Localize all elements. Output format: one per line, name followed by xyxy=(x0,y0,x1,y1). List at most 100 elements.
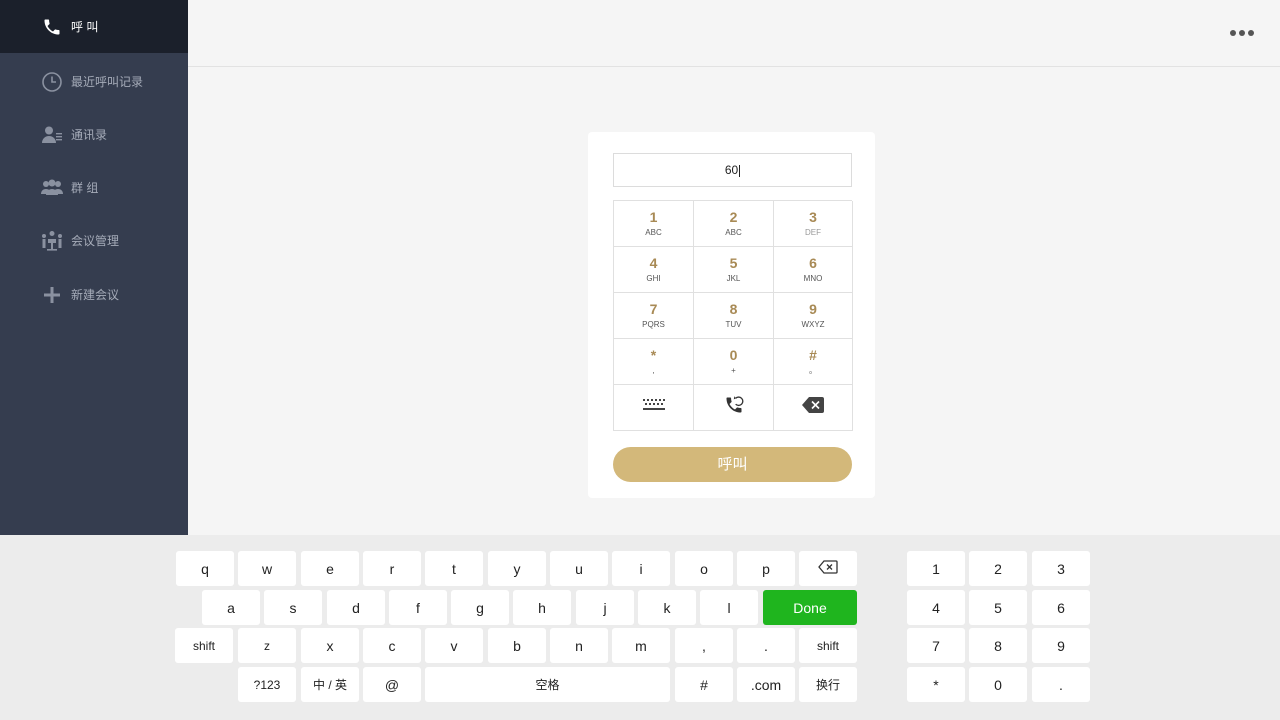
key-letters: + xyxy=(731,365,736,375)
key-e[interactable]: e xyxy=(301,551,359,586)
dial-key-star[interactable]: *, xyxy=(614,339,694,385)
sidebar-item-call[interactable]: 呼 叫 xyxy=(0,0,188,53)
sidebar: 呼 叫 最近呼叫记录 通讯录 群 组 会议管理 新建会议 xyxy=(0,0,188,535)
dial-key-8[interactable]: 8 TUV xyxy=(694,293,774,339)
key-p[interactable]: p xyxy=(737,551,795,586)
key-v[interactable]: v xyxy=(425,628,483,663)
key-s[interactable]: s xyxy=(264,590,322,625)
more-dot xyxy=(1239,30,1245,36)
numpad-2[interactable]: 2 xyxy=(969,551,1027,586)
more-icon[interactable] xyxy=(1230,24,1254,42)
phone-icon xyxy=(41,16,63,38)
shift-key-left[interactable]: shift xyxy=(175,628,233,663)
hash-key[interactable]: # xyxy=(675,667,733,702)
done-key[interactable]: Done xyxy=(763,590,857,625)
key-letters: ABC xyxy=(645,227,662,237)
dial-key-3[interactable]: 3 DEF xyxy=(774,201,853,247)
key-letters: MNO xyxy=(803,273,823,283)
numpad-3[interactable]: 3 xyxy=(1032,551,1090,586)
key-period[interactable]: . xyxy=(737,628,795,663)
key-g[interactable]: g xyxy=(451,590,509,625)
key-i[interactable]: i xyxy=(612,551,670,586)
plus-icon xyxy=(41,284,63,306)
shift-key-right[interactable]: shift xyxy=(799,628,857,663)
numpad-star[interactable]: * xyxy=(907,667,965,702)
key-d[interactable]: d xyxy=(327,590,385,625)
redial-button[interactable] xyxy=(694,385,774,431)
dial-key-5[interactable]: 5 JKL xyxy=(694,247,774,293)
key-b[interactable]: b xyxy=(488,628,546,663)
numpad-1[interactable]: 1 xyxy=(907,551,965,586)
numpad-5[interactable]: 5 xyxy=(969,590,1027,625)
dial-key-6[interactable]: 6 MNO xyxy=(774,247,853,293)
enter-key[interactable]: 换行 xyxy=(799,667,857,702)
dot-com-key[interactable]: .com xyxy=(737,667,795,702)
language-switch-key[interactable]: 中 / 英 xyxy=(301,667,359,702)
key-f[interactable]: f xyxy=(389,590,447,625)
sidebar-item-label: 最近呼叫记录 xyxy=(71,75,144,89)
key-digit: 8 xyxy=(729,300,738,317)
numpad-8[interactable]: 8 xyxy=(969,628,1027,663)
numpad-dot[interactable]: . xyxy=(1032,667,1090,702)
key-o[interactable]: o xyxy=(675,551,733,586)
dial-key-9[interactable]: 9 WXYZ xyxy=(774,293,853,339)
numpad-6[interactable]: 6 xyxy=(1032,590,1090,625)
key-u[interactable]: u xyxy=(550,551,608,586)
more-dot xyxy=(1248,30,1254,36)
key-letters: JKL xyxy=(726,273,741,283)
keyboard-backspace-key[interactable] xyxy=(799,551,857,586)
dial-key-2[interactable]: 2 ABC xyxy=(694,201,774,247)
sidebar-item-groups[interactable]: 群 组 xyxy=(0,161,188,214)
more-dot xyxy=(1230,30,1236,36)
dial-key-0[interactable]: 0 + xyxy=(694,339,774,385)
key-w[interactable]: w xyxy=(238,551,296,586)
numpad-7[interactable]: 7 xyxy=(907,628,965,663)
dial-key-7[interactable]: 7 PQRS xyxy=(614,293,694,339)
dialer-card: 60 1 ABC 2 ABC 3 DEF 4 GHI 5 JKL 6 MNO 7 PQRS 8… xyxy=(588,132,875,498)
key-a[interactable]: a xyxy=(202,590,260,625)
key-digit: 2 xyxy=(729,208,738,225)
space-key[interactable]: 空格 xyxy=(425,667,670,702)
symbols-key[interactable]: ?123 xyxy=(238,667,296,702)
sidebar-item-meeting-management[interactable]: 会议管理 xyxy=(0,214,188,267)
key-letters: DEF xyxy=(805,227,821,237)
dial-number-input[interactable]: 60 xyxy=(613,153,852,187)
sidebar-item-label: 会议管理 xyxy=(71,234,120,248)
key-y[interactable]: y xyxy=(488,551,546,586)
key-h[interactable]: h xyxy=(513,590,571,625)
at-key[interactable]: @ xyxy=(363,667,421,702)
redial-icon xyxy=(724,395,744,420)
sidebar-item-recent-calls[interactable]: 最近呼叫记录 xyxy=(0,55,188,108)
key-t[interactable]: t xyxy=(425,551,483,586)
sidebar-item-label: 群 组 xyxy=(71,181,99,195)
key-comma[interactable]: , xyxy=(675,628,733,663)
keyboard-toggle-button[interactable] xyxy=(614,385,694,431)
sidebar-item-label: 呼 叫 xyxy=(71,20,99,34)
key-k[interactable]: k xyxy=(638,590,696,625)
key-r[interactable]: r xyxy=(363,551,421,586)
key-n[interactable]: n xyxy=(550,628,608,663)
dial-key-hash[interactable]: #。 xyxy=(774,339,853,385)
call-button[interactable]: 呼叫 xyxy=(613,447,852,482)
group-icon xyxy=(41,177,63,199)
key-j[interactable]: j xyxy=(576,590,634,625)
dial-key-1[interactable]: 1 ABC xyxy=(614,201,694,247)
key-x[interactable]: x xyxy=(301,628,359,663)
sidebar-item-new-meeting[interactable]: 新建会议 xyxy=(0,268,188,321)
key-letters: 。 xyxy=(809,365,817,375)
meeting-icon xyxy=(41,230,63,252)
key-letters: PQRS xyxy=(642,319,665,329)
sidebar-item-contacts[interactable]: 通讯录 xyxy=(0,108,188,161)
backspace-button[interactable] xyxy=(774,385,853,431)
key-z[interactable]: z xyxy=(238,628,296,663)
key-l[interactable]: l xyxy=(700,590,758,625)
numpad-4[interactable]: 4 xyxy=(907,590,965,625)
keyboard-icon xyxy=(642,398,666,417)
key-m[interactable]: m xyxy=(612,628,670,663)
key-digit: 1 xyxy=(649,208,658,225)
dial-key-4[interactable]: 4 GHI xyxy=(614,247,694,293)
key-q[interactable]: q xyxy=(176,551,234,586)
numpad-0[interactable]: 0 xyxy=(969,667,1027,702)
key-c[interactable]: c xyxy=(363,628,421,663)
numpad-9[interactable]: 9 xyxy=(1032,628,1090,663)
